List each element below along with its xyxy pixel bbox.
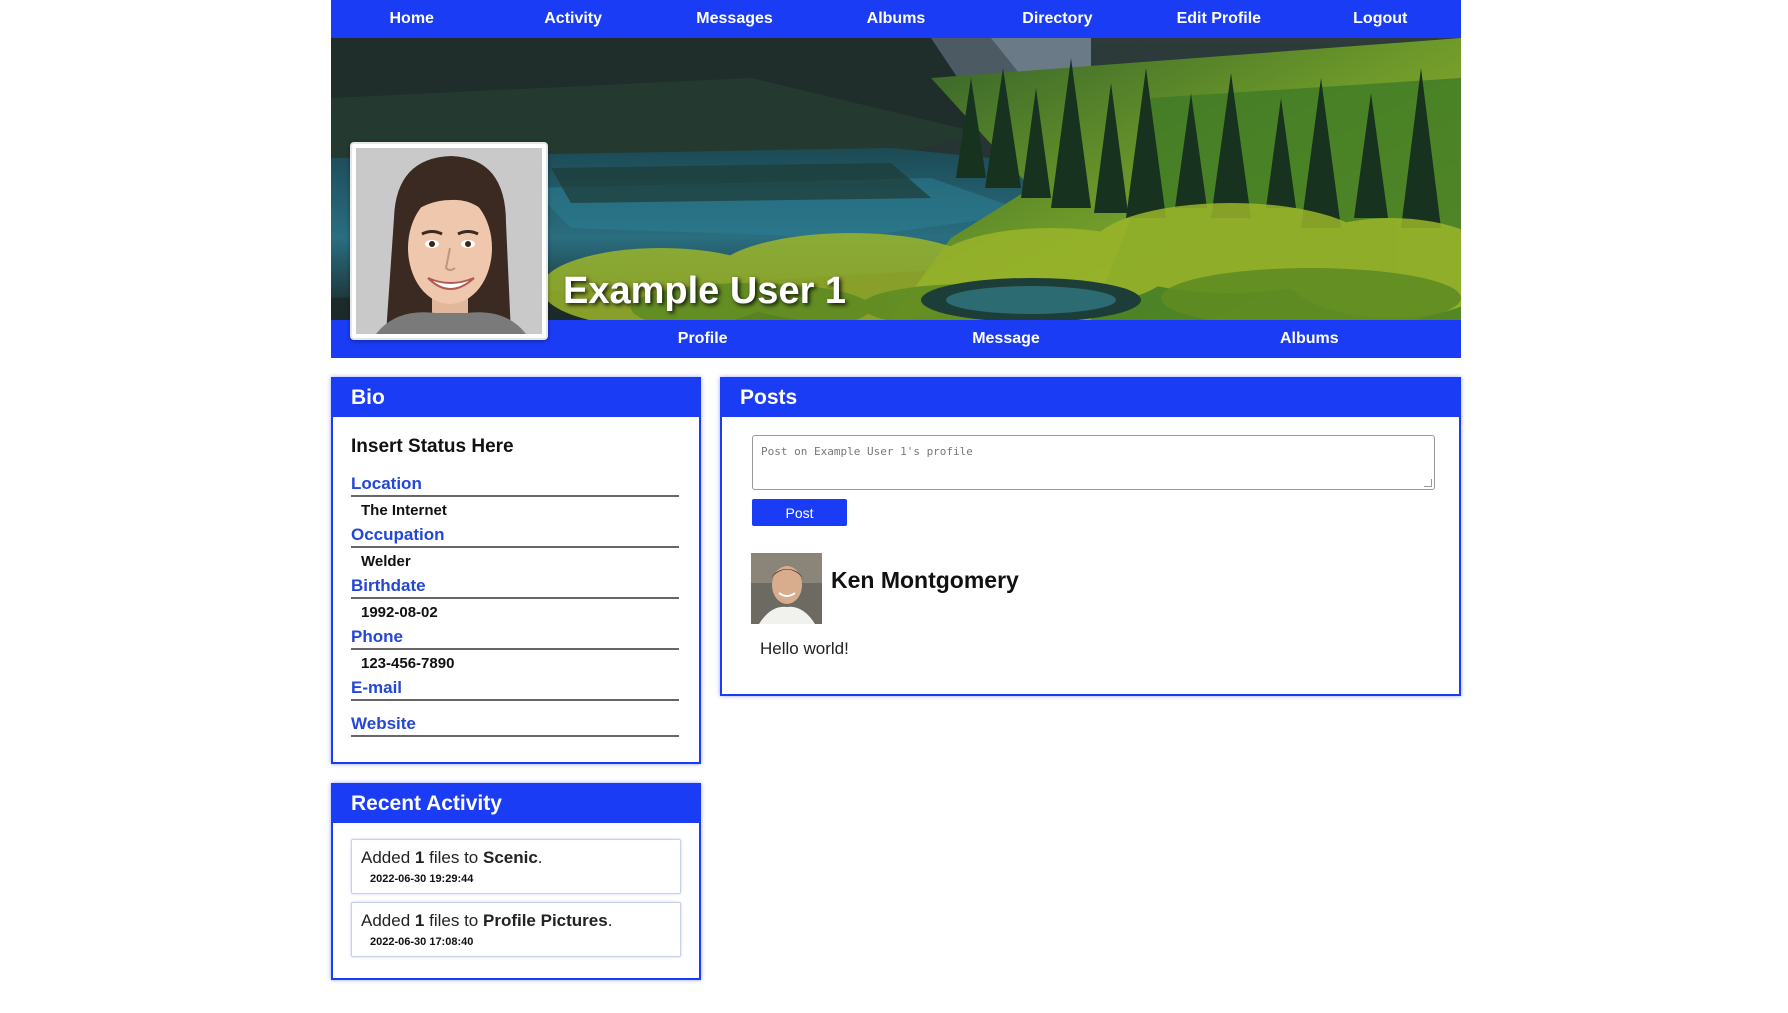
occupation-value: Welder [361,553,411,570]
tab-profile[interactable]: Profile [551,320,854,358]
status-text: Insert Status Here [351,436,514,457]
activity-timestamp: 2022-06-30 17:08:40 [370,936,474,948]
post-author-avatar[interactable] [751,553,822,624]
occupation-label: Occupation [351,525,679,548]
tab-message[interactable]: Message [854,320,1157,358]
website-label: Website [351,714,679,737]
nav-directory[interactable]: Directory [977,0,1138,38]
location-value: The Internet [361,502,447,519]
profile-photo [356,148,542,334]
post-body: Hello world! [760,639,849,658]
birthdate-value: 1992-08-02 [361,604,438,621]
post-input-placeholder: Post on Example User 1's profile [761,445,973,458]
album-link[interactable]: Profile Pictures [483,911,608,930]
recent-activity-title: Recent Activity [333,785,699,823]
activity-text: Added 1 files to Profile Pictures. [361,911,613,930]
nav-logout[interactable]: Logout [1300,0,1461,38]
nav-activity[interactable]: Activity [492,0,653,38]
nav-messages[interactable]: Messages [654,0,815,38]
nav-edit-profile[interactable]: Edit Profile [1138,0,1299,38]
birthdate-label: Birthdate [351,576,679,599]
nav-home[interactable]: Home [331,0,492,38]
page-container: Home Activity Messages Albums Directory … [331,0,1461,980]
post-input[interactable]: Post on Example User 1's profile [752,435,1435,490]
bio-fields: Location The Internet Occupation Welder … [351,474,679,737]
activity-item: Added 1 files to Scenic. 2022-06-30 19:2… [351,839,681,894]
phone-value: 123-456-7890 [361,655,455,672]
posts-panel: Posts Post on Example User 1's profile P… [720,377,1461,696]
top-navigation: Home Activity Messages Albums Directory … [331,0,1461,38]
location-label: Location [351,474,679,497]
bio-panel: Bio Insert Status Here Location The Inte… [331,377,701,764]
activity-text: Added 1 files to Scenic. [361,848,543,867]
tab-albums[interactable]: Albums [1158,320,1461,358]
recent-activity-panel: Recent Activity Added 1 files to Scenic.… [331,783,701,980]
bio-title: Bio [333,379,699,417]
activity-timestamp: 2022-06-30 19:29:44 [370,873,474,885]
email-label: E-mail [351,678,679,701]
nav-albums[interactable]: Albums [815,0,976,38]
resize-handle-icon[interactable] [1424,479,1432,487]
profile-name: Example User 1 [563,270,847,312]
profile-avatar[interactable] [350,142,548,340]
post-button[interactable]: Post [752,499,847,526]
post-item: Ken Montgomery Hello world! [751,553,1459,663]
posts-title: Posts [722,379,1459,417]
phone-label: Phone [351,627,679,650]
activity-item: Added 1 files to Profile Pictures. 2022-… [351,902,681,957]
post-author-name[interactable]: Ken Montgomery [831,567,1019,594]
album-link[interactable]: Scenic [483,848,538,867]
